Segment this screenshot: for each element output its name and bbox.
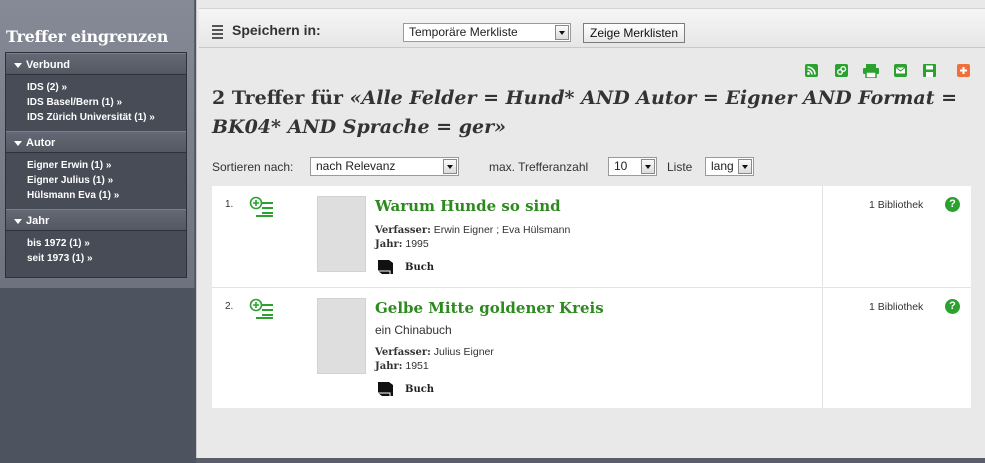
cover-thumbnail[interactable] bbox=[317, 298, 366, 374]
link-icon[interactable] bbox=[835, 64, 848, 77]
facet-sidebar: Treffer eingrenzen Verbund IDS (2) » IDS… bbox=[0, 0, 195, 288]
facet-item-huelsmann-eva[interactable]: Hülsmann Eva (1) » bbox=[27, 188, 186, 203]
facet-item-eigner-julius[interactable]: Eigner Julius (1) » bbox=[27, 173, 186, 188]
chevron-down-icon bbox=[555, 25, 569, 40]
max-hits-label: max. Trefferanzahl bbox=[489, 160, 589, 174]
facet-list-verbund: IDS (2) » IDS Basel/Bern (1) » IDS Züric… bbox=[6, 75, 186, 131]
add-to-list-icon[interactable] bbox=[249, 298, 275, 325]
sort-label: Sortieren nach: bbox=[212, 160, 294, 174]
list-label: Liste bbox=[667, 160, 693, 174]
panel-bottom-edge bbox=[196, 458, 985, 463]
author-value: Erwin Eigner ; Eva Hülsmann bbox=[433, 224, 571, 236]
drag-handle-icon[interactable] bbox=[212, 25, 223, 41]
email-icon[interactable] bbox=[894, 64, 907, 77]
result-title[interactable]: Warum Hunde so sind bbox=[375, 197, 561, 215]
facet-list-autor: Eigner Erwin (1) » Eigner Julius (1) » H… bbox=[6, 153, 186, 209]
merkliste-select[interactable]: Temporäre Merkliste bbox=[403, 23, 571, 42]
result-number: 2. bbox=[225, 301, 234, 312]
rss-icon[interactable] bbox=[805, 64, 818, 77]
share-icon[interactable] bbox=[957, 64, 970, 77]
year-label: Jahr: bbox=[375, 361, 403, 372]
facet-heading-autor[interactable]: Autor bbox=[6, 131, 186, 153]
facet-item-seit-1973[interactable]: seit 1973 (1) » bbox=[27, 251, 186, 266]
author-value: Julius Eigner bbox=[433, 346, 494, 358]
result-author: Verfasser: Erwin Eigner ; Eva Hülsmann bbox=[375, 224, 570, 236]
add-to-list-icon[interactable] bbox=[249, 196, 275, 223]
media-type-label: Buch bbox=[405, 384, 435, 395]
column-divider bbox=[822, 186, 823, 286]
save-in-label: Speichern in: bbox=[232, 22, 321, 38]
facet-item-ids-basel-bern[interactable]: IDS Basel/Bern (1) » bbox=[27, 95, 186, 110]
max-hits-select[interactable]: 10 bbox=[608, 157, 657, 176]
media-type-label: Buch bbox=[405, 262, 435, 273]
result-year: Jahr: 1951 bbox=[375, 360, 429, 372]
book-icon bbox=[378, 260, 393, 274]
help-icon[interactable]: ? bbox=[945, 197, 960, 212]
result-list: 1. Warum Hunde so sind Verfasser: Erwin … bbox=[212, 186, 971, 409]
sort-select-value: nach Relevanz bbox=[316, 159, 396, 173]
year-value: 1951 bbox=[405, 360, 429, 372]
list-mode-value: lang bbox=[711, 159, 734, 173]
library-count-link[interactable]: 1 Bibliothek bbox=[869, 199, 923, 211]
year-label: Jahr: bbox=[375, 239, 403, 250]
author-label: Verfasser: bbox=[375, 225, 431, 236]
result-row: 2. Gelbe Mitte goldener Kreis ein Chinab… bbox=[212, 287, 971, 409]
chevron-down-icon bbox=[738, 159, 752, 174]
result-number: 1. bbox=[225, 199, 234, 210]
triangle-down-icon bbox=[14, 62, 22, 68]
max-hits-value: 10 bbox=[614, 159, 628, 173]
results-panel: Speichern in: Temporäre Merkliste Zeige … bbox=[196, 0, 985, 458]
show-merklisten-button[interactable]: Zeige Merklisten bbox=[583, 23, 686, 43]
facet-heading-label: Jahr bbox=[26, 215, 50, 227]
chevron-down-icon bbox=[641, 159, 655, 174]
result-row: 1. Warum Hunde so sind Verfasser: Erwin … bbox=[212, 186, 971, 286]
facet-panel: Verbund IDS (2) » IDS Basel/Bern (1) » I… bbox=[5, 52, 187, 278]
result-subtitle: ein Chinabuch bbox=[375, 323, 452, 337]
triangle-down-icon bbox=[14, 218, 22, 224]
result-author: Verfasser: Julius Eigner bbox=[375, 346, 494, 358]
facet-heading-jahr[interactable]: Jahr bbox=[6, 209, 186, 231]
merkliste-select-value: Temporäre Merkliste bbox=[409, 25, 518, 39]
facet-heading-verbund[interactable]: Verbund bbox=[6, 53, 186, 75]
facet-item-ids[interactable]: IDS (2) » bbox=[27, 80, 186, 95]
triangle-down-icon bbox=[14, 140, 22, 146]
result-year: Jahr: 1995 bbox=[375, 238, 429, 250]
cover-thumbnail[interactable] bbox=[317, 196, 366, 272]
library-count-link[interactable]: 1 Bibliothek bbox=[869, 301, 923, 313]
book-icon bbox=[378, 382, 393, 396]
facet-item-ids-zuerich[interactable]: IDS Zürich Universität (1) » bbox=[27, 110, 186, 125]
print-icon[interactable] bbox=[863, 64, 879, 78]
author-label: Verfasser: bbox=[375, 347, 431, 358]
sidebar-title: Treffer eingrenzen bbox=[6, 27, 169, 46]
year-value: 1995 bbox=[405, 238, 429, 250]
result-title[interactable]: Gelbe Mitte goldener Kreis bbox=[375, 299, 604, 317]
facet-list-jahr: bis 1972 (1) » seit 1973 (1) » bbox=[6, 231, 186, 272]
column-divider bbox=[822, 288, 823, 409]
facet-heading-label: Autor bbox=[26, 137, 56, 149]
results-heading: 2 Treffer für «Alle Felder = Hund* AND A… bbox=[212, 84, 962, 142]
results-count: 2 Treffer für bbox=[212, 87, 350, 109]
help-icon[interactable]: ? bbox=[945, 299, 960, 314]
save-icon[interactable] bbox=[923, 64, 936, 77]
facet-item-eigner-erwin[interactable]: Eigner Erwin (1) » bbox=[27, 158, 186, 173]
facet-item-bis-1972[interactable]: bis 1972 (1) » bbox=[27, 236, 186, 251]
chevron-down-icon bbox=[443, 159, 457, 174]
facet-heading-label: Verbund bbox=[26, 59, 71, 71]
sort-select[interactable]: nach Relevanz bbox=[310, 157, 459, 176]
list-mode-select[interactable]: lang bbox=[705, 157, 754, 176]
